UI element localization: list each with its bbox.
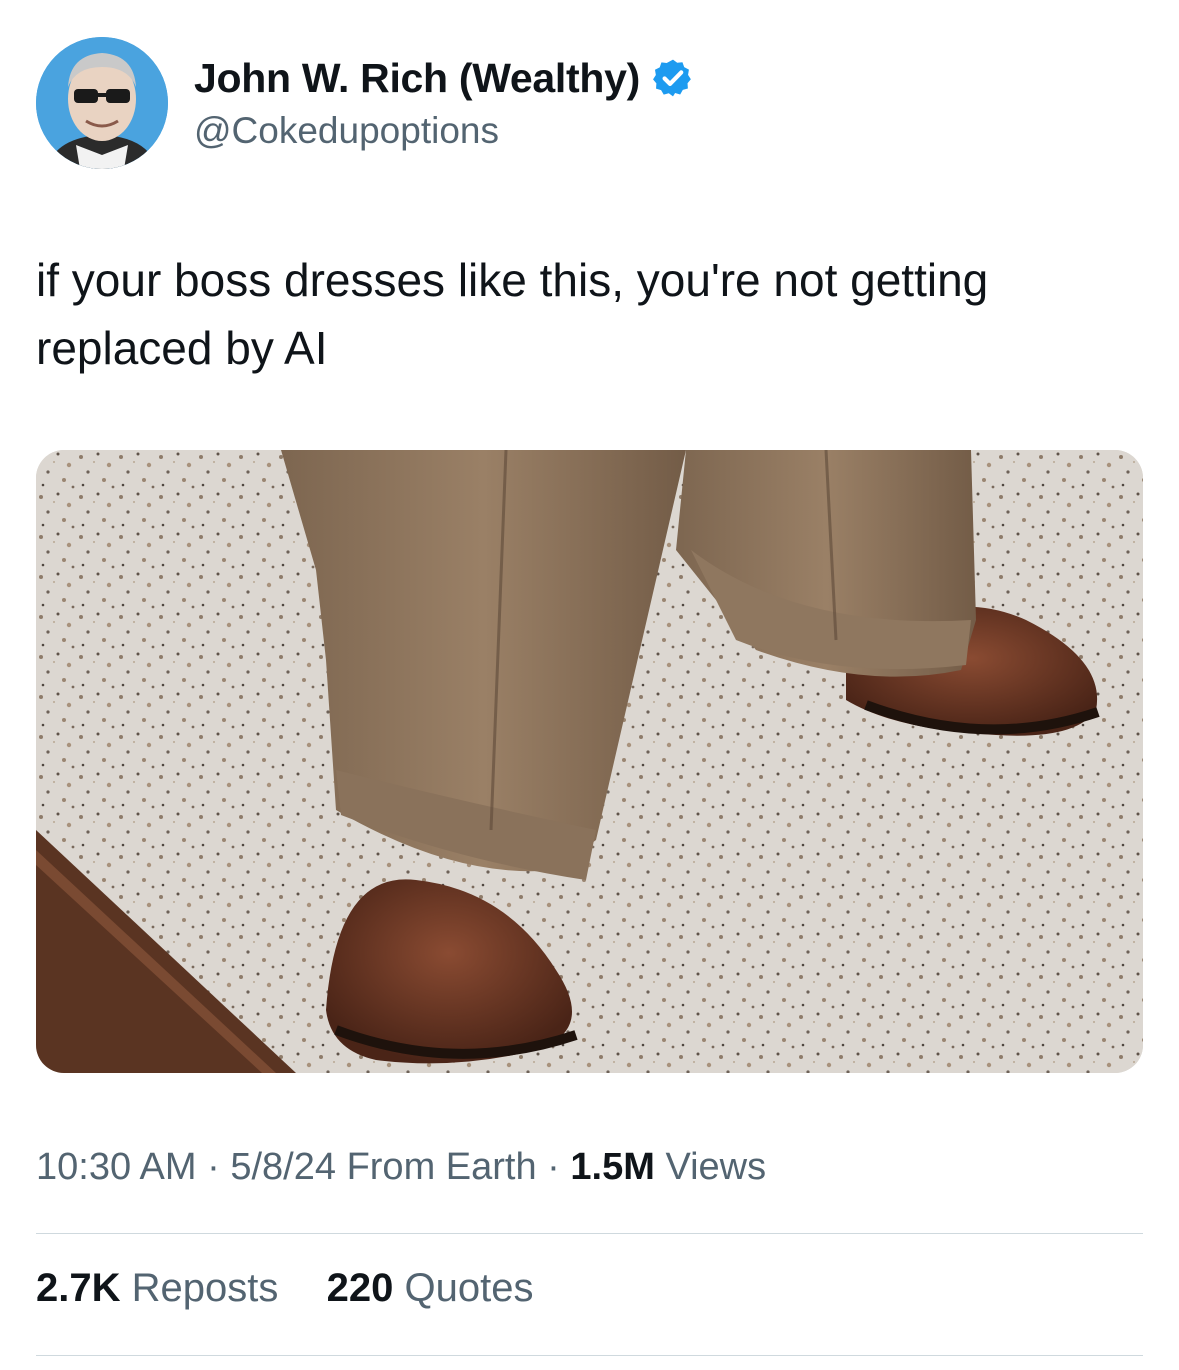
cartoon-old-man-avatar-icon (36, 37, 168, 169)
tweet-stats: 2.7K Reposts 220 Quotes (36, 1266, 533, 1311)
quotes-count: 220 (326, 1266, 394, 1310)
views-count: 1.5M (570, 1146, 655, 1188)
tweet-date[interactable]: 5/8/24 (230, 1146, 336, 1188)
photo-brown-pants-and-shoes-icon (36, 450, 1143, 1073)
author-handle[interactable]: @Cokedupoptions (194, 110, 694, 152)
tweet-media-photo[interactable] (36, 450, 1143, 1073)
reposts-count: 2.7K (36, 1266, 121, 1310)
separator-dot: · (207, 1146, 220, 1188)
tweet-time[interactable]: 10:30 AM (36, 1146, 197, 1188)
tweet-text: if your boss dresses like this, you're n… (36, 246, 1136, 382)
author-avatar[interactable] (36, 37, 168, 169)
verified-badge-icon[interactable] (652, 57, 694, 99)
tweet-text-line-1: if your boss dresses like this, you're n… (36, 254, 989, 306)
divider (36, 1355, 1143, 1356)
tweet-header: John W. Rich (Wealthy) @Cokedupoptions (36, 36, 694, 170)
tweet-meta: 10:30 AM · 5/8/24 From Earth · 1.5M View… (36, 1146, 766, 1189)
author-identity: John W. Rich (Wealthy) @Cokedupoptions (194, 55, 694, 152)
quotes-label: Quotes (404, 1266, 534, 1310)
tweet-source: From Earth (346, 1146, 537, 1188)
quotes-stat[interactable]: 220 Quotes (327, 1266, 534, 1310)
author-display-name[interactable]: John W. Rich (Wealthy) (194, 55, 640, 102)
views-label: Views (665, 1146, 767, 1188)
reposts-label: Reposts (131, 1266, 279, 1310)
separator-dot: · (547, 1146, 560, 1188)
tweet-text-line-2: replaced by AI (36, 322, 328, 374)
reposts-stat[interactable]: 2.7K Reposts (36, 1266, 290, 1310)
divider (36, 1233, 1143, 1234)
